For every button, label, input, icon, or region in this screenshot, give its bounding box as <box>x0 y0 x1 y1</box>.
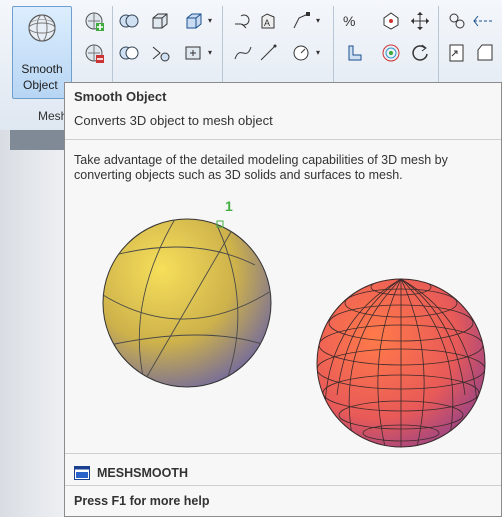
section-plane-icon[interactable]: % <box>340 10 362 32</box>
tooltip-description: Converts 3D object to mesh object <box>74 113 273 128</box>
rotate-icon[interactable] <box>409 42 431 64</box>
tooltip-panel: Smooth Object Converts 3D object to mesh… <box>64 82 502 517</box>
subtract-icon[interactable] <box>118 42 140 64</box>
slice-icon[interactable] <box>150 42 172 64</box>
svg-text:%: % <box>343 13 355 29</box>
extract-edges-icon[interactable]: A <box>257 10 279 32</box>
chevron-down-icon[interactable]: ▾ <box>206 42 214 64</box>
box-mesh-icon[interactable] <box>183 10 205 32</box>
tooltip-body: Take advantage of the detailed modeling … <box>74 153 502 183</box>
dimension-icon[interactable] <box>472 10 494 32</box>
extrude-box-icon[interactable] <box>182 42 204 64</box>
mesh-sphere <box>316 278 486 448</box>
tooltip-body-line2: converting objects such as 3D solids and… <box>74 168 403 182</box>
smooth-object-label-line1: Smooth <box>21 62 63 76</box>
mesh-panel-label: Mesh <box>38 109 68 123</box>
spline-edit-icon[interactable] <box>232 10 254 32</box>
union-icon[interactable] <box>118 10 140 32</box>
svg-text:A: A <box>264 18 270 28</box>
insert-block-icon[interactable] <box>446 42 468 64</box>
line-icon[interactable] <box>257 42 279 64</box>
help-hint: Press F1 for more help <box>74 494 210 508</box>
chevron-down-icon[interactable]: ▾ <box>206 10 214 32</box>
smooth-object-button[interactable]: Smooth Object <box>12 6 72 99</box>
command-name: MESHSMOOTH <box>97 466 188 480</box>
move-icon[interactable] <box>409 10 431 32</box>
solid-sphere: 1 <box>102 198 272 388</box>
smooth-sphere-icon <box>28 14 56 42</box>
mesh-box-remove-icon[interactable] <box>83 42 105 64</box>
divider <box>65 485 501 486</box>
curve-icon[interactable] <box>232 42 254 64</box>
divider <box>65 139 501 140</box>
chair-section-icon[interactable] <box>344 42 366 64</box>
tooltip-body-line1: Take advantage of the detailed modeling … <box>74 153 448 167</box>
chevron-down-icon[interactable]: ▾ <box>314 10 322 32</box>
extrude-faces-icon[interactable] <box>149 10 171 32</box>
surface-patch-icon[interactable] <box>474 42 496 64</box>
gizmo-rotate-icon[interactable] <box>380 42 402 64</box>
polyline-icon[interactable] <box>290 10 312 32</box>
links-icon[interactable] <box>446 10 468 32</box>
chevron-down-icon[interactable]: ▾ <box>314 42 322 64</box>
tooltip-illustration: 1 <box>102 198 486 448</box>
gizmo-move-icon[interactable] <box>380 10 402 32</box>
callout-number: 1 <box>225 198 233 214</box>
tooltip-title: Smooth Object <box>74 89 167 104</box>
gauge-icon[interactable] <box>290 42 312 64</box>
left-panel <box>0 130 67 517</box>
command-line-icon <box>74 466 90 480</box>
mesh-box-add-icon[interactable] <box>83 10 105 32</box>
divider <box>65 453 501 454</box>
